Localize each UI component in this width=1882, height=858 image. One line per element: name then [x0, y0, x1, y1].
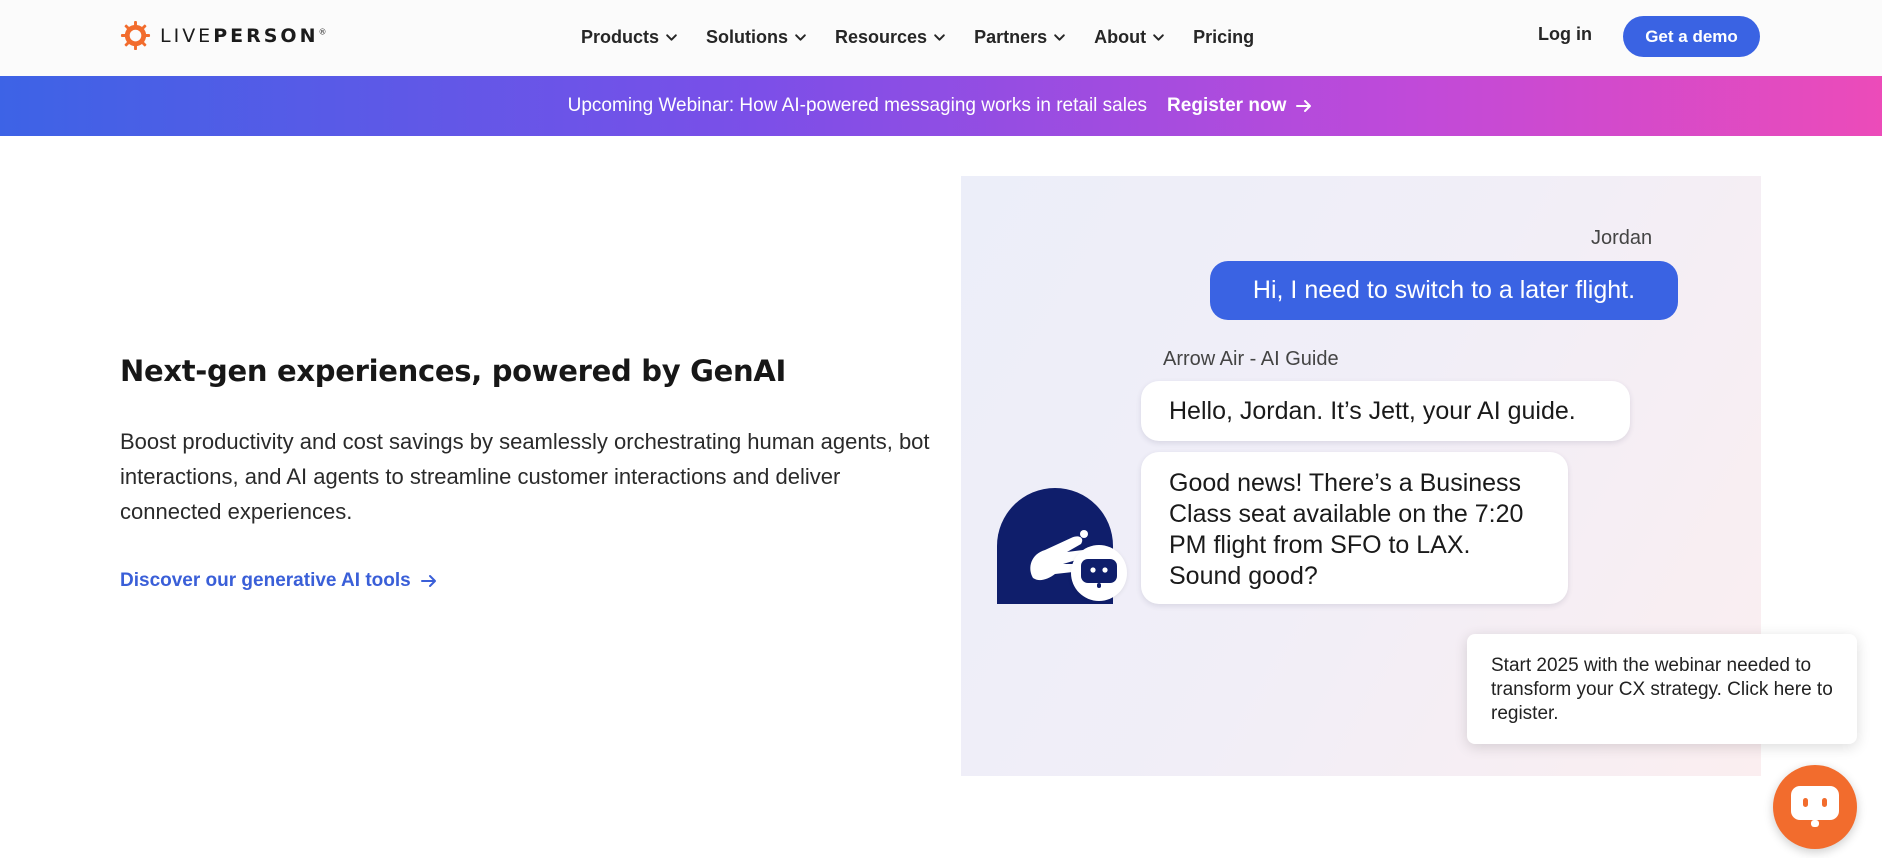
- discover-ai-tools-label: Discover our generative AI tools: [120, 570, 411, 591]
- nav-label: Solutions: [706, 26, 789, 47]
- chevron-down-icon: [934, 33, 945, 41]
- chevron-down-icon: [795, 33, 806, 41]
- liveperson-logo[interactable]: LIVEPERSON®: [120, 20, 326, 51]
- robot-icon: [1081, 559, 1117, 588]
- main-nav: Products Solutions Resources Partners Ab…: [581, 22, 1254, 52]
- arrow-right-icon: [1296, 100, 1312, 112]
- bot-message-bubble: Hello, Jordan. It’s Jett, your AI guide.: [1141, 381, 1630, 441]
- nav-about[interactable]: About: [1094, 22, 1165, 52]
- chevron-down-icon: [1153, 33, 1164, 41]
- bot-message-bubble: Good news! There’s a Business Class seat…: [1141, 452, 1568, 604]
- user-message-bubble: Hi, I need to switch to a later flight.: [1210, 261, 1678, 320]
- nav-resources[interactable]: Resources: [835, 22, 946, 52]
- nav-partners[interactable]: Partners: [974, 22, 1066, 52]
- logo-text-live: LIVE: [160, 24, 214, 47]
- chevron-down-icon: [666, 33, 677, 41]
- register-now-link[interactable]: Register now: [1167, 95, 1314, 117]
- chat-bubble-icon: [1791, 786, 1839, 827]
- nav-products[interactable]: Products: [581, 22, 678, 52]
- webinar-toast[interactable]: Start 2025 with the webinar needed to tr…: [1467, 634, 1857, 744]
- login-link[interactable]: Log in: [1538, 24, 1592, 45]
- nav-label: Partners: [974, 26, 1048, 47]
- agent-name-label: Arrow Air - AI Guide: [1163, 348, 1339, 370]
- nav-label: Resources: [835, 26, 928, 47]
- site-header: LIVEPERSON® Products Solutions Resources…: [0, 0, 1882, 76]
- chat-launcher-button[interactable]: [1773, 765, 1857, 849]
- logo-text-person: PERSON: [213, 24, 319, 47]
- chevron-down-icon: [1054, 33, 1065, 41]
- section-body: Boost productivity and cost savings by s…: [120, 429, 930, 524]
- banner-text: Upcoming Webinar: How AI-powered messagi…: [567, 95, 1148, 116]
- discover-ai-tools-link[interactable]: Discover our generative AI tools: [120, 570, 439, 592]
- section-headline: Next-gen experiences, powered by GenAI: [120, 354, 786, 388]
- nav-pricing[interactable]: Pricing: [1193, 22, 1254, 52]
- register-now-label: Register now: [1167, 95, 1287, 116]
- get-demo-button[interactable]: Get a demo: [1623, 16, 1760, 57]
- user-name-label: Jordan: [1591, 227, 1653, 249]
- logo-wordmark: LIVEPERSON®: [160, 25, 326, 47]
- arrow-right-icon: [420, 575, 436, 587]
- logo-registered-mark: ®: [318, 27, 327, 37]
- bot-badge: [1071, 545, 1127, 601]
- nav-label: About: [1094, 26, 1147, 47]
- nav-solutions[interactable]: Solutions: [706, 22, 807, 52]
- webinar-banner: Upcoming Webinar: How AI-powered messagi…: [0, 76, 1882, 136]
- sun-gear-icon: [120, 20, 151, 51]
- nav-label: Products: [581, 26, 660, 47]
- nav-label: Pricing: [1193, 26, 1255, 47]
